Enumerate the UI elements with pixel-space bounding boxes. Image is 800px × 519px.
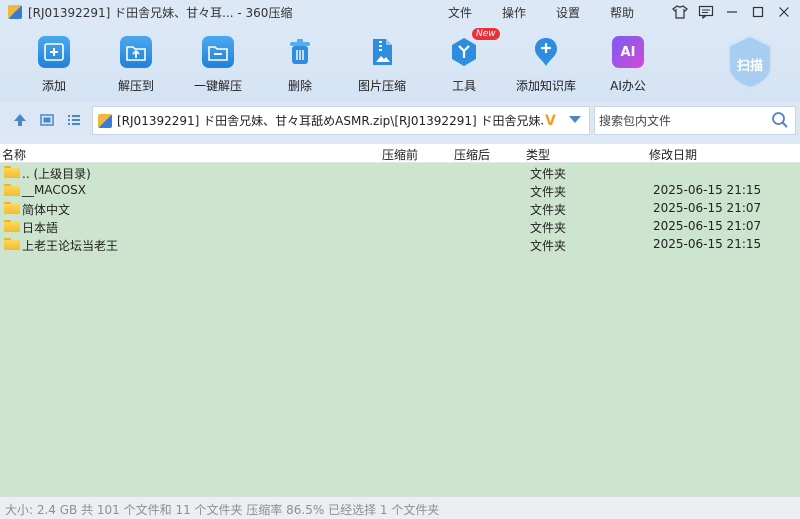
- scan-label: 扫描: [736, 59, 763, 74]
- menu-file[interactable]: 文件: [448, 4, 472, 21]
- item-type: 文件夹: [530, 221, 567, 235]
- extract-to-button[interactable]: 解压到: [96, 36, 176, 94]
- ai-office-button[interactable]: AI AI办公: [588, 36, 668, 94]
- extract-to-label: 解压到: [117, 79, 154, 93]
- item-type: 文件夹: [530, 203, 567, 217]
- scan-button[interactable]: 扫描: [726, 34, 774, 90]
- image-compress-label: 图片压缩: [357, 79, 406, 93]
- tools-label: 工具: [451, 79, 476, 93]
- column-type[interactable]: 类型: [526, 146, 550, 163]
- menu-help[interactable]: 帮助: [610, 4, 634, 21]
- title-bar: [RJ01392291] ド田舎兄妹、甘々耳... - 360压缩 文件 操作 …: [0, 0, 800, 24]
- list-item[interactable]: 上老王论坛当老王 文件夹 2025-06-15 21:15: [0, 235, 800, 253]
- path-dropdown-icon[interactable]: [569, 116, 581, 123]
- up-arrow-icon[interactable]: [11, 111, 29, 129]
- add-file-icon: [38, 36, 70, 68]
- ai-office-label: AI办公: [610, 79, 646, 93]
- column-original-size[interactable]: 压缩前: [382, 146, 418, 163]
- folder-icon: [4, 166, 20, 178]
- one-click-extract-icon: [202, 36, 234, 68]
- status-text: 大小: 2.4 GB 共 101 个文件和 11 个文件夹 压缩率 86.5% …: [5, 503, 440, 517]
- folder-icon: [4, 202, 20, 214]
- item-date: 2025-06-15 21:15: [653, 237, 762, 251]
- minimize-icon[interactable]: [722, 2, 742, 22]
- status-bar: 大小: 2.4 GB 共 101 个文件和 11 个文件夹 压缩率 86.5% …: [0, 496, 800, 519]
- add-knowledge-base-label: 添加知识库: [515, 79, 576, 93]
- window-title: [RJ01392291] ド田舎兄妹、甘々耳... - 360压缩: [28, 5, 293, 20]
- menu-bar: 文件 操作 设置 帮助: [448, 0, 664, 24]
- column-compressed-size[interactable]: 压缩后: [454, 146, 490, 163]
- file-list: 名称 压缩前 压缩后 类型 修改日期 .. (上级目录) 文件夹 __MACOS…: [0, 144, 800, 496]
- thumbnail-view-icon[interactable]: [38, 111, 56, 129]
- one-click-extract-label: 一键解压: [193, 79, 242, 93]
- address-bar: [RJ01392291] ド田舎兄妹、甘々耳舐めASMR.zip\[RJ0139…: [0, 102, 800, 138]
- toolbar: 添加 解压到 一键解压 删除 图片压缩 New 工具 添加知识库 AI AI办公…: [0, 24, 800, 102]
- new-badge: New: [472, 28, 500, 40]
- image-compress-button[interactable]: 图片压缩: [342, 36, 422, 94]
- add-knowledge-base-button[interactable]: 添加知识库: [506, 36, 586, 94]
- zip-archive-icon: [98, 113, 112, 128]
- tools-icon: [448, 36, 480, 68]
- list-header: 名称 压缩前 压缩后 类型 修改日期: [0, 144, 800, 163]
- item-date: 2025-06-15 21:07: [653, 219, 762, 233]
- image-compress-icon: [366, 36, 398, 68]
- item-date: 2025-06-15 21:15: [653, 183, 762, 197]
- item-name: .. (上级目录): [22, 167, 91, 181]
- list-item-parent-dir[interactable]: .. (上级目录) 文件夹: [0, 163, 800, 181]
- close-icon[interactable]: [774, 2, 794, 22]
- delete-button[interactable]: 删除: [260, 36, 340, 94]
- maximize-icon[interactable]: [748, 2, 768, 22]
- search-input[interactable]: [597, 111, 769, 131]
- list-item[interactable]: __MACOSX 文件夹 2025-06-15 21:15: [0, 181, 800, 199]
- menu-operation[interactable]: 操作: [502, 4, 526, 21]
- add-button[interactable]: 添加: [14, 36, 94, 94]
- folder-icon: [4, 220, 20, 232]
- add-label: 添加: [41, 79, 66, 93]
- feedback-icon[interactable]: [696, 2, 716, 22]
- knowledge-base-icon: [530, 36, 562, 68]
- trash-icon: [284, 36, 316, 68]
- item-name: 日本語: [22, 221, 59, 235]
- app-logo-icon: [8, 5, 22, 19]
- ai-office-icon: AI: [612, 36, 644, 68]
- path-field[interactable]: [RJ01392291] ド田舎兄妹、甘々耳舐めASMR.zip\[RJ0139…: [92, 106, 590, 135]
- path-text: [RJ01392291] ド田舎兄妹、甘々耳舐めASMR.zip\[RJ0139…: [117, 114, 543, 128]
- item-name: __MACOSX: [22, 183, 87, 197]
- list-item[interactable]: 日本語 文件夹 2025-06-15 21:07: [0, 217, 800, 235]
- extract-to-icon: [120, 36, 152, 68]
- item-name: 简体中文: [22, 203, 71, 217]
- item-type: 文件夹: [530, 167, 567, 181]
- item-name: 上老王论坛当老王: [22, 239, 119, 253]
- folder-icon: [4, 184, 20, 196]
- search-box: [594, 106, 796, 135]
- tools-button[interactable]: New 工具: [424, 28, 504, 94]
- list-item[interactable]: 简体中文 文件夹 2025-06-15 21:07: [0, 199, 800, 217]
- window-controls: [664, 2, 794, 22]
- skin-shirt-icon[interactable]: [670, 2, 690, 22]
- column-name[interactable]: 名称: [2, 146, 26, 163]
- list-view-icon[interactable]: [65, 111, 83, 129]
- item-type: 文件夹: [530, 239, 567, 253]
- column-modified-date[interactable]: 修改日期: [649, 146, 697, 163]
- menu-settings[interactable]: 设置: [556, 4, 580, 21]
- path-v-mark: V: [545, 112, 556, 129]
- item-type: 文件夹: [530, 185, 567, 199]
- item-date: 2025-06-15 21:07: [653, 201, 762, 215]
- one-click-extract-button[interactable]: 一键解压: [178, 36, 258, 94]
- delete-label: 删除: [287, 79, 312, 93]
- folder-icon: [4, 238, 20, 250]
- search-icon[interactable]: [771, 111, 789, 129]
